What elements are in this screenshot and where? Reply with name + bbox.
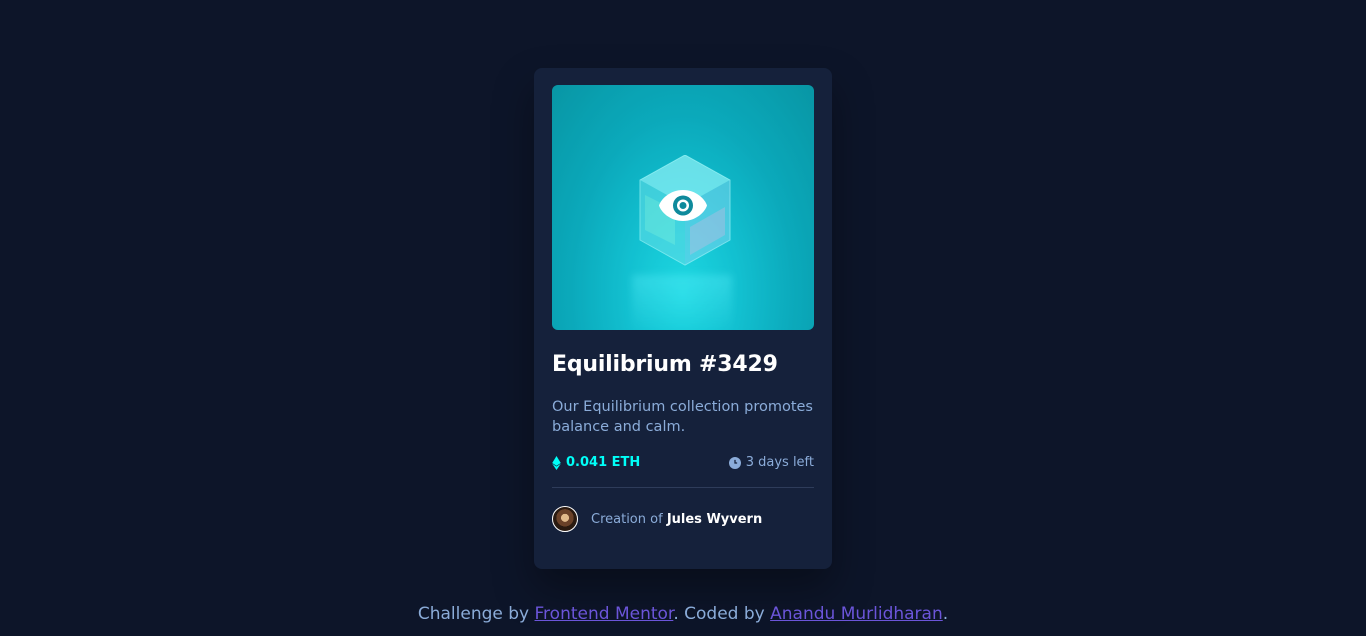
creator-text: Creation of Jules Wyvern	[591, 512, 762, 527]
price-value: 0.041 ETH	[566, 455, 641, 470]
footer-middle: . Coded by	[673, 604, 765, 624]
attribution-footer: Challenge by Frontend Mentor. Coded by A…	[0, 604, 1366, 624]
avatar	[552, 506, 578, 532]
nft-description: Our Equilibrium collection promotes bala…	[552, 399, 813, 435]
nft-title[interactable]: Equilibrium #3429	[552, 352, 814, 377]
nft-meta: 0.041 ETH 3 days left	[552, 455, 814, 470]
eye-icon[interactable]	[658, 189, 708, 222]
creator: Creation of Jules Wyvern	[552, 506, 814, 532]
creator-prefix: Creation of	[591, 511, 663, 527]
creator-name-link[interactable]: Jules Wyvern	[667, 512, 762, 527]
author-link[interactable]: Anandu Murlidharan	[770, 604, 943, 624]
ethereum-icon	[552, 455, 561, 470]
cube-reflection	[632, 275, 732, 330]
nft-image[interactable]	[552, 85, 814, 330]
time-left-value: 3 days left	[745, 455, 814, 470]
footer-prefix: Challenge by	[417, 604, 530, 624]
time-left: 3 days left	[728, 455, 814, 470]
nft-card: Equilibrium #3429 Our Equilibrium collec…	[534, 68, 832, 569]
frontend-mentor-link[interactable]: Frontend Mentor	[535, 604, 674, 624]
clock-icon	[728, 456, 741, 469]
divider	[552, 487, 814, 488]
footer-suffix: .	[942, 604, 949, 624]
price: 0.041 ETH	[552, 455, 640, 470]
